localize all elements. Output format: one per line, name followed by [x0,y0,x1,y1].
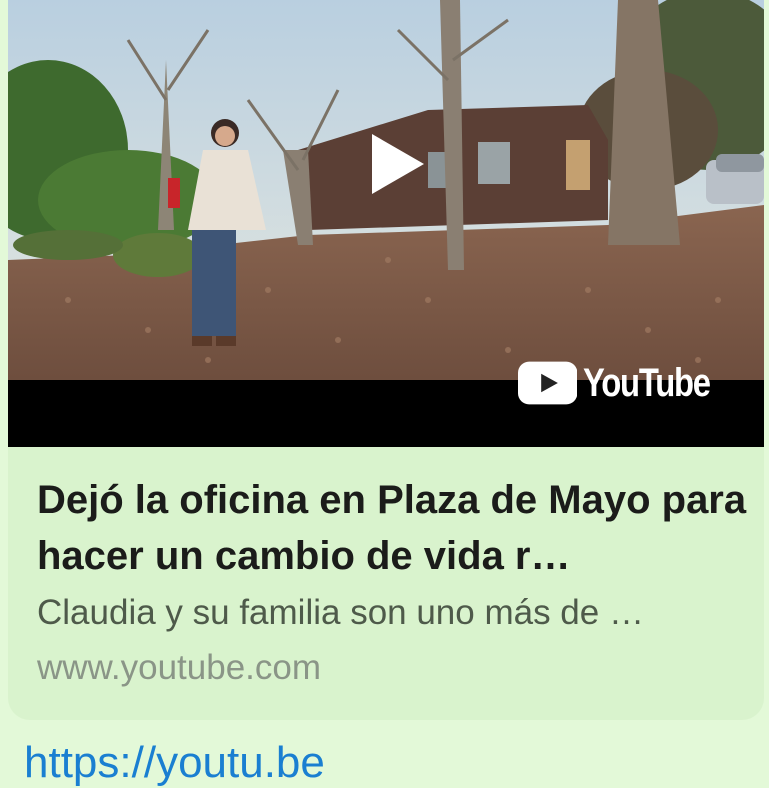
video-thumbnail[interactable]: YouTube [8,0,764,447]
message-link[interactable]: https://youtu.be [24,738,764,788]
preview-description: Claudia y su familia son uno más de … [37,593,644,632]
preview-title[interactable]: Dejó la oficina en Plaza de Mayo para ha… [37,472,749,584]
youtube-play-icon [518,361,578,405]
play-icon[interactable] [366,132,430,196]
preview-domain: www.youtube.com [37,648,322,687]
youtube-logo: YouTube [518,356,738,410]
link-preview-card[interactable]: YouTube Dejó la oficina en Plaza de Mayo… [8,0,764,720]
youtube-logo-text: YouTube [583,360,711,405]
